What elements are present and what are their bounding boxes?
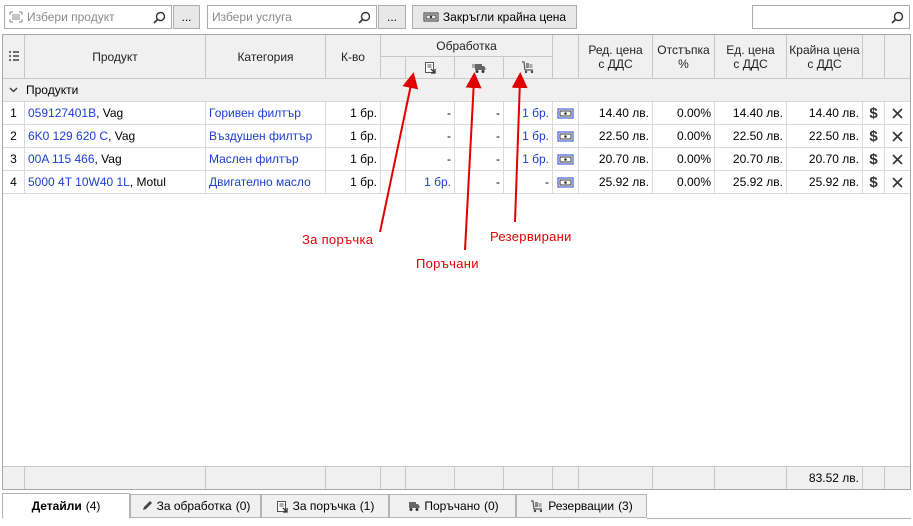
tab-to-order[interactable]: За поръчка (1) bbox=[261, 494, 389, 518]
tab-to-process-count: (0) bbox=[235, 499, 251, 513]
tab-reservations[interactable]: Резервации (3) bbox=[516, 494, 647, 518]
arrow-ordered bbox=[464, 72, 482, 251]
reserved-cart-icon bbox=[530, 499, 544, 513]
tab-to-process[interactable]: За обработка (0) bbox=[130, 494, 261, 518]
tab-to-order-label: За поръчка bbox=[292, 499, 356, 513]
pencil-icon bbox=[141, 500, 153, 512]
tab-details[interactable]: Детайли (4) bbox=[2, 493, 130, 519]
tab-details-count: (4) bbox=[85, 499, 101, 513]
delivery-truck-icon bbox=[406, 500, 420, 512]
tab-strip-line bbox=[647, 518, 911, 519]
annotation-to-order: За поръчка bbox=[302, 232, 374, 247]
tab-ordered-count: (0) bbox=[484, 499, 499, 513]
tab-ordered[interactable]: Поръчано (0) bbox=[389, 494, 516, 518]
tab-to-process-label: За обработка bbox=[156, 499, 232, 513]
arrow-reserved bbox=[511, 72, 528, 223]
to-order-icon bbox=[276, 500, 289, 513]
tab-reservations-count: (3) bbox=[618, 499, 633, 513]
annotation-ordered: Поръчани bbox=[416, 256, 479, 271]
tab-to-order-count: (1) bbox=[359, 499, 375, 513]
tab-details-label: Детайли bbox=[31, 499, 82, 513]
annotation-reserved: Резервирани bbox=[490, 229, 572, 244]
arrow-to-order bbox=[379, 72, 419, 233]
tab-ordered-label: Поръчано bbox=[424, 499, 481, 513]
tab-reservations-label: Резервации bbox=[548, 499, 615, 513]
